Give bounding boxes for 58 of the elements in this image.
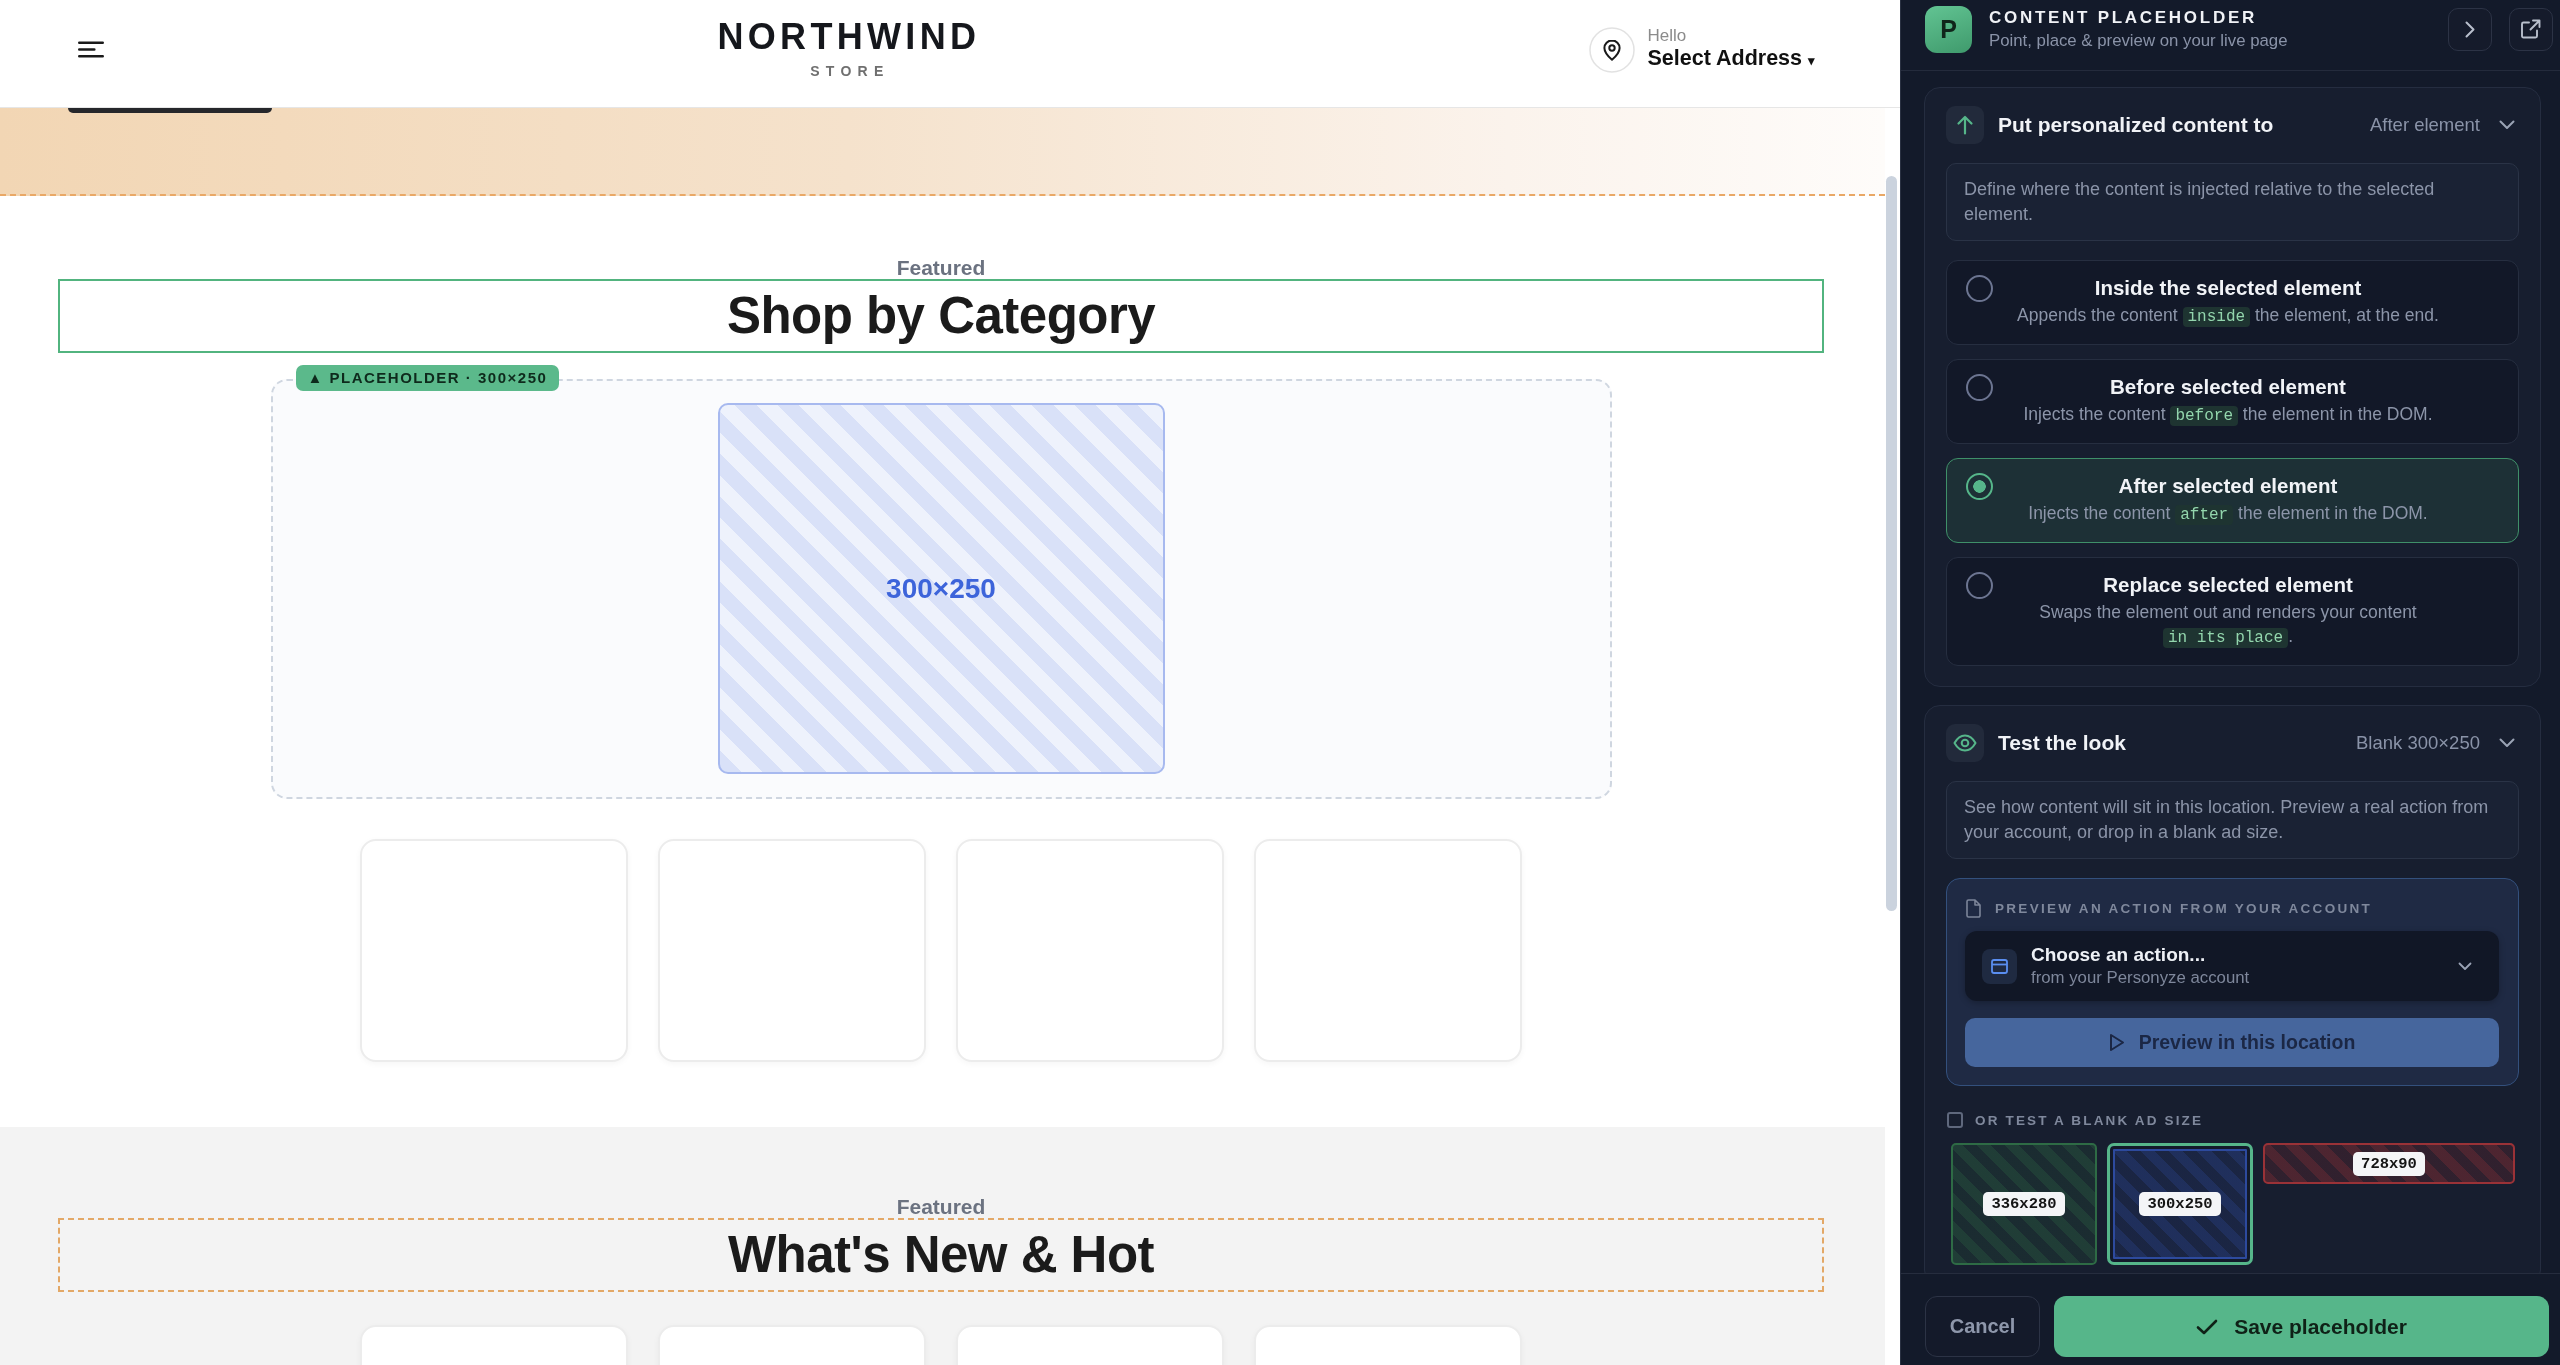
description-box: Define where the content is injected relative to the selected element. xyxy=(1946,163,2519,241)
option-card[interactable]: Replace selected element Swaps the element out and renders your content in its place . xyxy=(1946,557,2519,666)
radio-button[interactable] xyxy=(1966,473,1993,500)
section-eyebrow: Featured xyxy=(896,1196,986,1218)
brand-name: NORTHWIND xyxy=(717,21,981,52)
option-description: Swaps the element out and renders your content in its place . xyxy=(2038,601,2418,650)
radio-button[interactable] xyxy=(1966,572,1993,599)
brand-tagline: STORE xyxy=(810,63,890,78)
option-card[interactable]: After selected element Injects the content after the element in the DOM. xyxy=(1946,458,2519,543)
external-link-icon xyxy=(2521,19,2541,39)
option-description: Injects the content before the element in the DOM. xyxy=(2022,403,2434,428)
chevron-down-icon[interactable] xyxy=(2499,120,2515,130)
section-value: After element xyxy=(2369,114,2480,136)
option-title: Replace selected element xyxy=(2102,573,2354,597)
option-card[interactable]: Before selected element Injects the content before the element in the DOM. xyxy=(1946,359,2519,444)
option-description: Appends the content inside the element, at the end. xyxy=(2016,304,2440,329)
open-external-button[interactable] xyxy=(2509,7,2553,51)
section-heading: What's New & Hot xyxy=(727,1225,1155,1285)
ad-slot: 300×250 xyxy=(717,403,1165,774)
chevron-right-icon xyxy=(2465,20,2475,38)
checkbox-label: OR TEST A BLANK AD SIZE xyxy=(1975,1112,2204,1128)
location-pin-icon xyxy=(1589,26,1636,73)
ad-size-option[interactable]: 300x250 xyxy=(2107,1143,2253,1265)
document-icon xyxy=(1966,898,1981,918)
panel-title: CONTENT PLACEHOLDER xyxy=(1989,7,2258,28)
description-box: See how content will sit in this location. Preview a real action from your account, or drop in a blank ad size. xyxy=(1946,781,2519,859)
radio-button[interactable] xyxy=(1966,275,1993,302)
option-title: Before selected element xyxy=(2109,375,2347,399)
ad-size-option[interactable]: 336x280 xyxy=(1951,1143,2097,1265)
option-title: After selected element xyxy=(2117,474,2339,498)
scrollbar-thumb[interactable] xyxy=(1886,176,1897,911)
checkbox[interactable] xyxy=(1947,1112,1963,1128)
section-title: Test the look xyxy=(1998,731,2126,755)
chevron-down-icon xyxy=(2458,961,2472,971)
check-icon xyxy=(2196,1318,2219,1335)
option-title: Inside the selected element xyxy=(2093,276,2363,300)
section-title: Put personalized content to xyxy=(1998,113,2274,137)
panel-subtitle: Point, place & preview on your live page xyxy=(1989,30,2289,51)
play-icon xyxy=(2108,1033,2125,1052)
app-logo: P xyxy=(1925,5,1972,53)
address-selector[interactable]: Hello Select Address ▾ xyxy=(1589,26,1815,73)
section-eyebrow: Featured xyxy=(896,257,986,279)
window-icon xyxy=(1982,948,2017,984)
section-value: Blank 300×250 xyxy=(2356,732,2480,754)
chevron-down-icon[interactable] xyxy=(2499,738,2515,748)
collapse-button[interactable] xyxy=(2448,7,2492,51)
eye-icon xyxy=(1946,724,1984,762)
save-button[interactable]: Save placeholder xyxy=(2054,1296,2549,1357)
option-card[interactable]: Inside the selected element Appends the content inside the element, at the end. xyxy=(1946,260,2519,345)
option-description: Injects the content after the element in the DOM. xyxy=(2027,502,2429,527)
menu-icon[interactable] xyxy=(78,41,104,58)
action-label: PREVIEW AN ACTION FROM YOUR ACCOUNT xyxy=(1995,900,2373,916)
radio-button[interactable] xyxy=(1966,374,1993,401)
arrow-up-icon xyxy=(1946,106,1984,144)
placeholder-badge: ▲ PLACEHOLDER · 300×250 xyxy=(295,365,560,391)
section-heading: Shop by Category xyxy=(726,286,1156,346)
ad-size-option[interactable]: 728x90 xyxy=(2263,1143,2515,1184)
cancel-button[interactable]: Cancel xyxy=(1925,1296,2040,1357)
